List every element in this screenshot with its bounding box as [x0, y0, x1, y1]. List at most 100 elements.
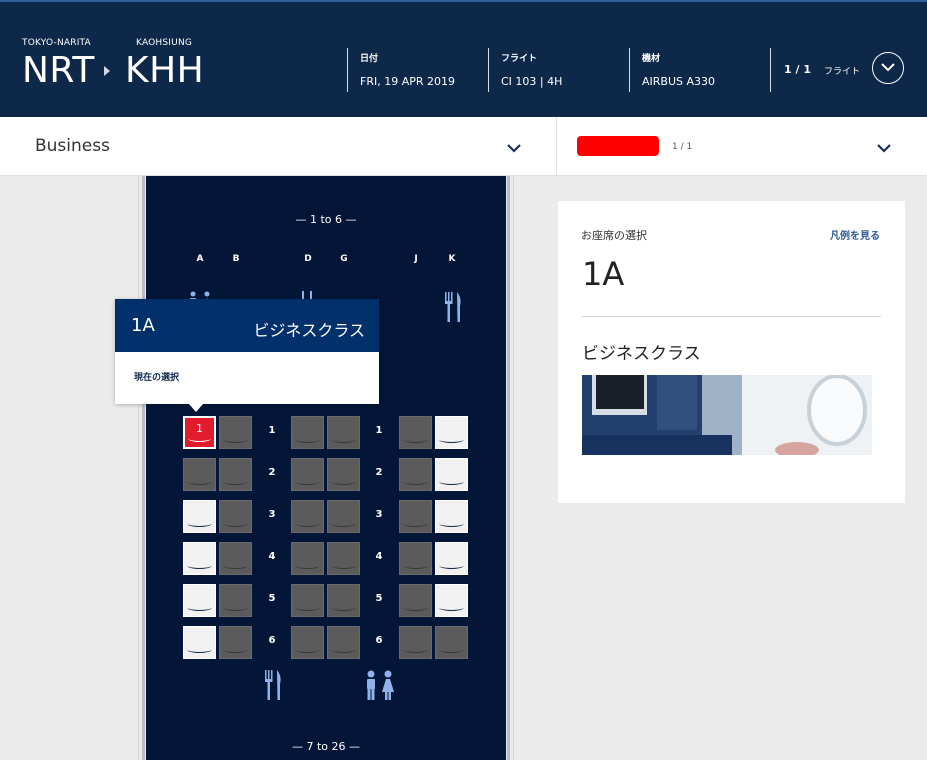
seat-2d [291, 458, 324, 491]
cabin-class-label: Business [35, 136, 110, 156]
panel-cabin-class: ビジネスクラス [582, 344, 701, 364]
seat-1a[interactable]: 1 [183, 416, 216, 449]
seat-5k[interactable] [435, 584, 468, 617]
seat-4d [291, 542, 324, 575]
seat-4b [219, 542, 252, 575]
seat-4j [399, 542, 432, 575]
seat-1k[interactable] [435, 416, 468, 449]
seat-2g [327, 458, 360, 491]
seat-1g [327, 416, 360, 449]
row-number: 3 [268, 509, 276, 520]
row-number: 6 [268, 635, 276, 646]
passenger-dropdown[interactable]: 1 / 1 [556, 117, 927, 176]
seat-6g [327, 626, 360, 659]
column-letter: K [448, 254, 456, 264]
date-value: FRI, 19 APR 2019 [360, 75, 455, 88]
seat-5j [399, 584, 432, 617]
seat-4k[interactable] [435, 542, 468, 575]
seat-2a [183, 458, 216, 491]
panel-divider [582, 316, 881, 317]
seat-3g [327, 500, 360, 533]
row-number: 6 [375, 635, 383, 646]
seat-2j [399, 458, 432, 491]
selection-bar: Business 1 / 1 [0, 117, 927, 176]
column-letter: A [196, 254, 204, 264]
seat-6b [219, 626, 252, 659]
seat-6k [435, 626, 468, 659]
seat-3j [399, 500, 432, 533]
aircraft-label: 機材 [642, 54, 661, 64]
panel-title: お座席の選択 [581, 229, 647, 242]
seat-3b [219, 500, 252, 533]
row-number: 5 [268, 593, 276, 604]
seat-selection-panel: お座席の選択 凡例を見る 1A ビジネスクラス [558, 201, 905, 503]
row-number: 1 [268, 425, 276, 436]
route-arrow-icon [104, 66, 110, 76]
seat-5b [219, 584, 252, 617]
tooltip-status: 現在の選択 [134, 373, 180, 383]
column-letter: D [304, 254, 312, 264]
seat-3d [291, 500, 324, 533]
seat-4g [327, 542, 360, 575]
seat-3a[interactable] [183, 500, 216, 533]
origin-city: TOKYO-NARITA [22, 38, 91, 48]
galley-icon [445, 292, 461, 322]
passenger-count: 1 / 1 [672, 142, 693, 152]
seat-1b [219, 416, 252, 449]
flight-value: CI 103 | 4H [501, 75, 563, 88]
fuselage-wall-left [142, 176, 145, 760]
seat-6d [291, 626, 324, 659]
cabin-class-dropdown[interactable]: Business [0, 117, 556, 176]
seat-2b [219, 458, 252, 491]
pager-count: 1 / 1 [784, 63, 811, 76]
row-number: 5 [375, 593, 383, 604]
seat-tooltip: 1A ビジネスクラス 現在の選択 [115, 299, 379, 412]
tooltip-seat-number: 1A [131, 315, 155, 336]
seat-6a[interactable] [183, 626, 216, 659]
expand-flights-button[interactable] [872, 52, 904, 84]
seat-1j [399, 416, 432, 449]
cabin-photo [582, 375, 872, 455]
seat-1d [291, 416, 324, 449]
seat-5d [291, 584, 324, 617]
date-info: 日付 FRI, 19 APR 2019 [347, 48, 487, 92]
row-number: 1 [375, 425, 383, 436]
row-number: 4 [375, 551, 383, 562]
flight-info: フライト CI 103 | 4H [488, 48, 628, 92]
chevron-down-icon [507, 144, 521, 153]
tooltip-cabin-class: ビジネスクラス [253, 321, 365, 340]
seat-2k[interactable] [435, 458, 468, 491]
row-number: 4 [268, 551, 276, 562]
seat-6j [399, 626, 432, 659]
cabin-photo-image [582, 375, 872, 455]
origin-code: NRT [22, 50, 95, 91]
section-label-top: — 1 to 6 — [295, 213, 357, 226]
aircraft-value: AIRBUS A330 [642, 75, 716, 88]
view-legend-link[interactable]: 凡例を見る [830, 227, 880, 242]
seat-5g [327, 584, 360, 617]
fuselage-wall-right [507, 176, 510, 760]
flight-header: TOKYO-NARITA NRT KAOHSIUNG KHH 日付 FRI, 1… [0, 0, 927, 117]
seat-4a[interactable] [183, 542, 216, 575]
seat-5a[interactable] [183, 584, 216, 617]
row-number: 3 [375, 509, 383, 520]
chevron-down-icon [881, 63, 895, 72]
column-letter: G [340, 254, 348, 264]
lavatory-icon [367, 670, 394, 700]
galley-icon [265, 670, 281, 700]
tooltip-caret [189, 404, 203, 412]
flight-label: フライト [501, 54, 538, 64]
pager-label: フライト [824, 67, 861, 77]
flight-pager: 1 / 1 フライト [770, 48, 860, 92]
chevron-down-icon [877, 144, 891, 153]
seat-3k[interactable] [435, 500, 468, 533]
passenger-name-redacted [577, 136, 659, 156]
aircraft-info: 機材 AIRBUS A330 [629, 48, 769, 92]
seat-tooltip-header: 1A ビジネスクラス [115, 299, 379, 352]
column-letter: B [232, 254, 240, 264]
row-number: 2 [375, 467, 383, 478]
dest-code: KHH [125, 50, 205, 91]
section-label-bottom: — 7 to 26 — [291, 740, 361, 753]
dest-city: KAOHSIUNG [136, 38, 193, 48]
row-number: 2 [268, 467, 276, 478]
